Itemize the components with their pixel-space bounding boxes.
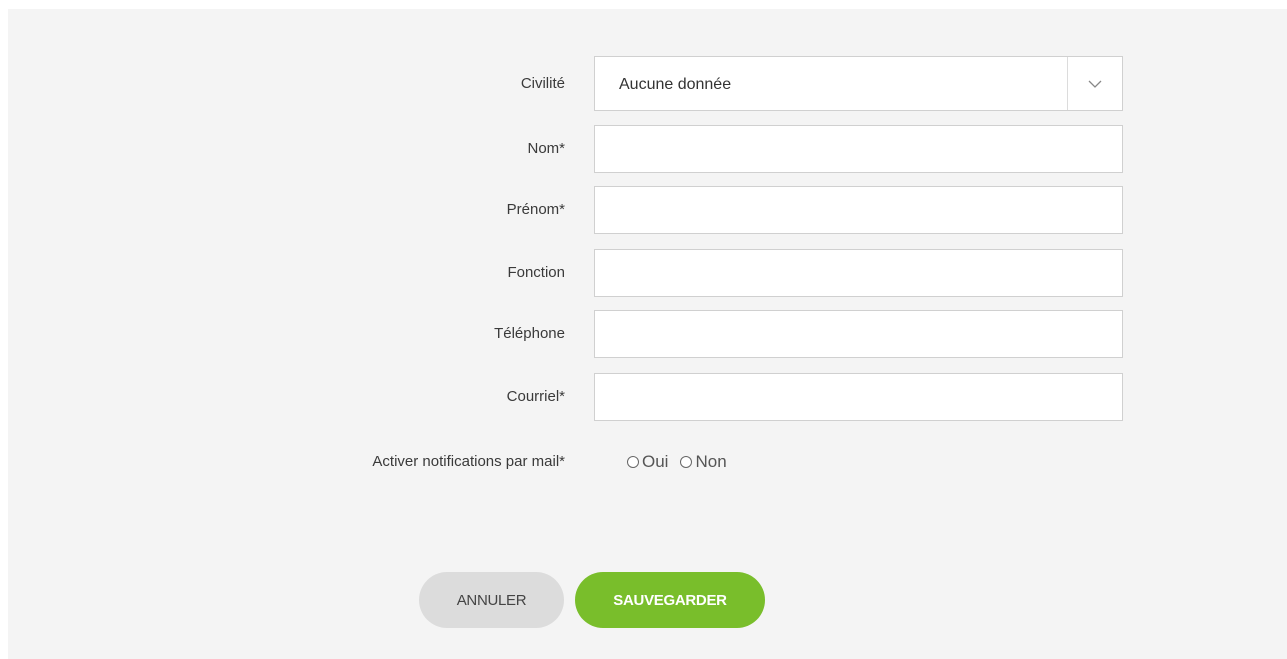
civilite-selected-value: Aucune donnée [619,76,732,93]
nom-row: Nom* [8,125,1287,173]
radio-oui-label: Oui [642,452,669,471]
prenom-row: Prénom* [8,186,1287,234]
courriel-label: Courriel* [506,388,565,405]
fonction-label: Fonction [507,264,565,281]
radio-non-label: Non [695,452,727,471]
fonction-row: Fonction [8,249,1287,297]
notifications-row: Activer notifications par mail* Oui Non [8,447,1287,477]
prenom-label: Prénom* [506,201,565,218]
civilite-row: Civilité Aucune donnée [8,56,1287,111]
civilite-select[interactable]: Aucune donnée [594,56,1123,111]
notifications-label: Activer notifications par mail* [372,453,565,470]
telephone-label: Téléphone [494,325,565,342]
courriel-row: Courriel* [8,373,1287,421]
cancel-button[interactable]: ANNULER [419,572,564,628]
civilite-label: Civilité [520,75,565,92]
prenom-field[interactable] [594,186,1123,234]
nom-label: Nom* [527,140,565,157]
telephone-field[interactable] [594,310,1123,358]
chevron-down-icon[interactable] [1068,57,1122,110]
radio-non[interactable]: Non [680,452,727,472]
radio-circle-icon[interactable] [680,456,693,468]
radio-circle-icon[interactable] [627,456,639,468]
notifications-radio-group: Oui Non [627,447,739,477]
form-panel: Civilité Aucune donnée Nom* Prénom* Fonc… [8,9,1287,659]
telephone-row: Téléphone [8,310,1287,358]
fonction-field[interactable] [594,249,1123,297]
courriel-field[interactable] [594,373,1123,421]
nom-field[interactable] [594,125,1123,173]
save-button[interactable]: SAUVEGARDER [575,572,765,628]
radio-oui[interactable]: Oui [627,452,668,472]
